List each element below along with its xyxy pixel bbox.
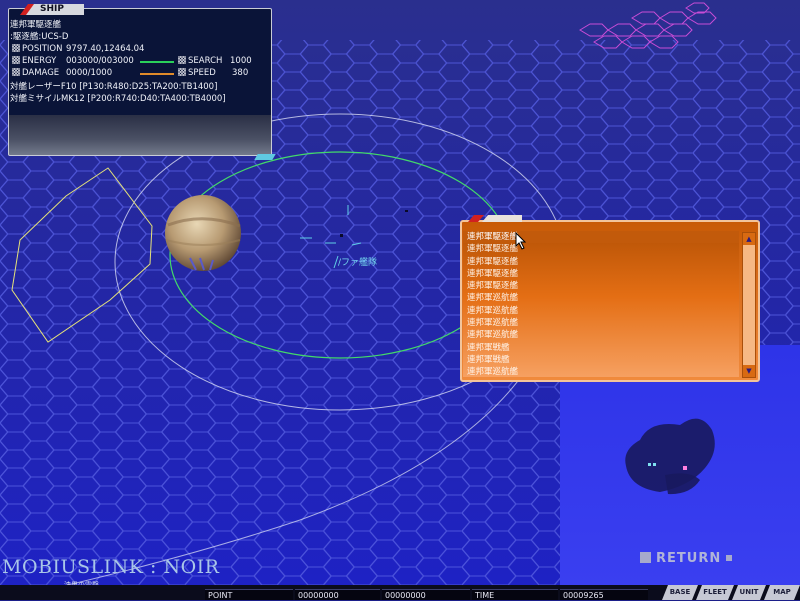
fleet-list-item[interactable]: 連邦軍駆逐艦 (463, 280, 739, 292)
fleet-list-item[interactable]: 連邦軍駆逐艦 (463, 256, 739, 268)
energy-label: ENERGY (22, 56, 57, 66)
time-label: TIME (472, 589, 558, 600)
position-row: POSITION (12, 44, 62, 55)
tab-map[interactable]: MAP (764, 585, 800, 600)
speed-value: 380 (232, 68, 249, 78)
tab-fleet[interactable]: FLEET (696, 585, 734, 600)
search-label: SEARCH (188, 56, 223, 66)
fleet-list-item[interactable]: 連邦軍駆逐艦 (463, 268, 739, 280)
return-button[interactable]: RETURN (640, 550, 748, 568)
position-value: 9797.40,12464.04 (66, 44, 145, 54)
status-value-3: 00009265 (560, 589, 648, 600)
fleet-list-item[interactable]: 連邦軍戦艦 (463, 354, 739, 366)
ship-panel-title: SHIP (40, 4, 64, 14)
tab-base[interactable]: BASE (662, 585, 698, 600)
search-row: SEARCH (178, 56, 222, 67)
fleet-list-scrollbar[interactable]: ▲ ▼ (742, 232, 756, 378)
return-square-icon (640, 552, 651, 563)
fleet-list-item[interactable]: 連邦軍駆逐艦 (463, 231, 739, 244)
fleet-list[interactable]: 連邦軍駆逐艦 連邦軍駆逐艦 連邦軍駆逐艦 連邦軍駆逐艦 連邦軍駆逐艦 連邦軍巡航艦 連邦軍巡… (463, 231, 739, 377)
damage-row: DAMAGE (12, 68, 59, 79)
mouse-cursor-icon (515, 232, 527, 250)
fleet-list-item[interactable]: 連邦軍戦艦 (463, 342, 739, 354)
grip-icon (12, 68, 20, 76)
fleet-list-item[interactable]: 連邦軍巡航艦 (463, 329, 739, 341)
fleet-list-item[interactable]: 連邦軍駆逐艦 (463, 243, 739, 255)
energy-row: ENERGY (12, 56, 56, 67)
damage-label: DAMAGE (22, 68, 60, 78)
fleet-list-item[interactable]: 連邦軍巡航艦 (463, 292, 739, 304)
damage-bar (140, 73, 174, 75)
grip-icon (178, 68, 186, 76)
grip-icon (178, 56, 186, 64)
point-label: POINT (205, 589, 293, 600)
grip-icon (12, 44, 20, 52)
weapon-2: 対艦ミサイルMK12 [P200:R740:D40:TA400:TB4000] (10, 94, 226, 104)
speed-row: SPEED (178, 68, 216, 79)
scroll-down-icon[interactable]: ▼ (743, 365, 755, 377)
status-value-1: 00000000 (295, 589, 380, 600)
position-label: POSITION (22, 44, 63, 54)
return-dot-icon (726, 555, 733, 561)
weapon-1: 対艦レーザーF10 [P130:R480:D25:TA200:TB1400] (10, 82, 218, 92)
grip-icon (12, 56, 20, 64)
ship-name: 連邦軍駆逐艦 (10, 20, 62, 30)
fleet-list-item[interactable]: 連邦軍巡航艦 (463, 305, 739, 317)
fleet-list-panel: 連邦軍駆逐艦 連邦軍駆逐艦 連邦軍駆逐艦 連邦軍駆逐艦 連邦軍駆逐艦 連邦軍巡航艦 連邦軍巡… (460, 215, 760, 382)
speed-label: SPEED (188, 68, 216, 78)
return-label: RETURN (656, 551, 722, 566)
ship-info-panel: SHIP 連邦軍駆逐艦 :駆逐艦:UCS-D POSITION 9797.40,… (8, 4, 276, 160)
status-value-2: 00000000 (382, 589, 470, 600)
panel-tab (482, 215, 522, 222)
panel-corner-accent (254, 154, 276, 160)
scroll-up-icon[interactable]: ▲ (743, 233, 755, 245)
damage-value: 0000/1000 (66, 68, 113, 78)
fleet-list-item[interactable]: 連邦軍巡航艦 (463, 317, 739, 329)
search-value: 1000 (230, 56, 252, 66)
planet (165, 195, 241, 271)
energy-value: 003000/003000 (66, 56, 134, 66)
logo-title: MOBIUSLINK : NOIR (2, 556, 220, 578)
energy-bar (140, 61, 174, 63)
fleet-list-item[interactable]: 連邦軍巡航艦 (463, 366, 739, 378)
fleet-map-label[interactable]: /ファ艦隊 (338, 258, 377, 269)
ship-class: :駆逐艦:UCS-D (10, 32, 69, 42)
